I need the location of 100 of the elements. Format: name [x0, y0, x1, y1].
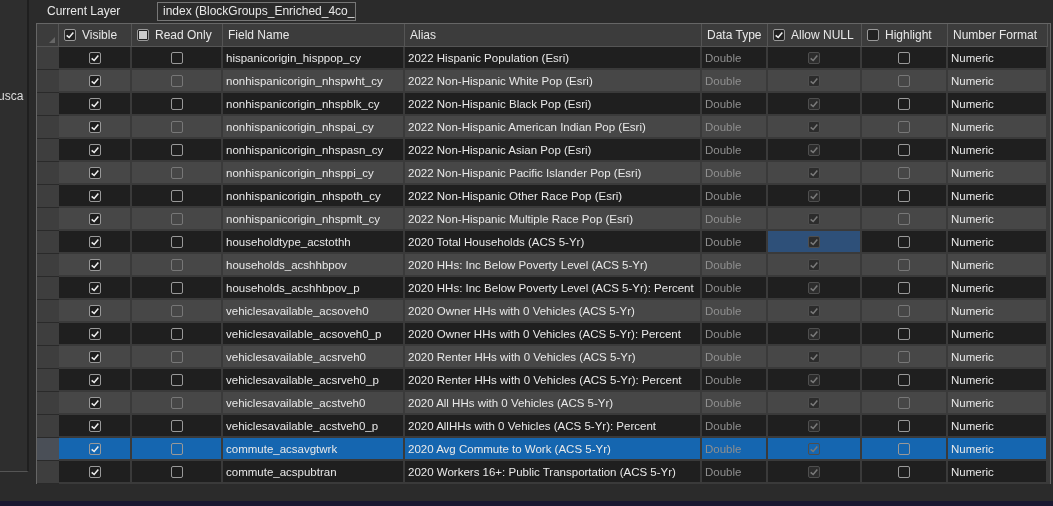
checkbox[interactable]: [170, 212, 183, 225]
checkbox[interactable]: [808, 120, 820, 133]
checkbox[interactable]: [170, 235, 183, 248]
checkbox[interactable]: [898, 166, 910, 179]
checkbox[interactable]: [88, 419, 101, 432]
checkbox[interactable]: [170, 143, 183, 156]
column-header[interactable]: Number Format: [948, 24, 1048, 47]
checkbox[interactable]: [170, 74, 183, 87]
checkbox[interactable]: [898, 350, 910, 363]
header-checkbox[interactable]: [137, 29, 149, 41]
checkbox[interactable]: [88, 74, 101, 87]
checkbox[interactable]: [88, 465, 101, 478]
checkbox[interactable]: [170, 51, 183, 64]
checkbox[interactable]: [808, 258, 820, 271]
checkbox[interactable]: [898, 396, 910, 409]
checkbox[interactable]: [170, 419, 183, 432]
checkbox[interactable]: [170, 350, 183, 363]
checkbox[interactable]: [170, 258, 183, 271]
table-cell: Numeric: [948, 162, 1048, 185]
column-header[interactable]: Field Name: [223, 24, 405, 47]
checkbox[interactable]: [898, 189, 910, 202]
checkbox[interactable]: [88, 189, 101, 202]
checkbox[interactable]: [170, 97, 183, 110]
table-cell: Double: [702, 323, 768, 346]
focused-cell[interactable]: [768, 231, 862, 254]
checkbox[interactable]: [170, 304, 183, 317]
table-cell: Numeric: [948, 139, 1048, 162]
checkbox[interactable]: [170, 281, 183, 294]
checkbox[interactable]: [170, 327, 183, 340]
checkbox[interactable]: [88, 350, 101, 363]
checkbox[interactable]: [88, 166, 101, 179]
table-cell: nonhispanicorigin_nhspwht_cy: [223, 70, 405, 93]
checkbox[interactable]: [170, 120, 183, 133]
checkbox[interactable]: [808, 350, 820, 363]
checkbox[interactable]: [808, 396, 820, 409]
table-cell: Double: [702, 346, 768, 369]
checkbox[interactable]: [170, 166, 183, 179]
checkbox[interactable]: [898, 51, 910, 64]
checkbox[interactable]: [808, 97, 820, 110]
checkbox[interactable]: [88, 235, 101, 248]
checkbox[interactable]: [898, 327, 910, 340]
checkbox[interactable]: [808, 442, 820, 455]
table-cell: Double: [702, 254, 768, 277]
checkbox[interactable]: [808, 304, 820, 317]
corner-header[interactable]: [37, 24, 59, 47]
checkbox[interactable]: [898, 235, 910, 248]
checkbox[interactable]: [808, 212, 820, 225]
column-header[interactable]: Highlight: [862, 24, 948, 47]
checkbox[interactable]: [898, 258, 910, 271]
checkbox[interactable]: [808, 143, 820, 156]
checkbox[interactable]: [898, 373, 910, 386]
checkbox[interactable]: [808, 281, 820, 294]
checkbox[interactable]: [88, 281, 101, 294]
checkbox[interactable]: [170, 373, 183, 386]
checkbox[interactable]: [898, 465, 910, 478]
checkbox[interactable]: [808, 465, 820, 478]
checkbox[interactable]: [898, 442, 910, 455]
checkbox[interactable]: [88, 143, 101, 156]
column-header[interactable]: Data Type: [702, 24, 768, 47]
header-checkbox[interactable]: [867, 29, 879, 41]
checkbox[interactable]: [808, 373, 820, 386]
checkbox[interactable]: [808, 74, 820, 87]
table-cell: Numeric: [948, 323, 1048, 346]
checkbox[interactable]: [808, 327, 820, 340]
checkbox[interactable]: [808, 51, 820, 64]
column-header[interactable]: Allow NULL: [768, 24, 862, 47]
checkbox[interactable]: [898, 97, 910, 110]
checkbox[interactable]: [898, 212, 910, 225]
checkbox[interactable]: [808, 189, 820, 202]
checkbox[interactable]: [808, 235, 820, 248]
checkbox[interactable]: [170, 189, 183, 202]
checkbox[interactable]: [88, 396, 101, 409]
checkbox[interactable]: [808, 166, 820, 179]
checkbox[interactable]: [898, 143, 910, 156]
checkbox[interactable]: [88, 304, 101, 317]
table-cell: 2022 Non-Hispanic Pacific Islander Pop (Esri): [405, 162, 702, 185]
checkbox[interactable]: [170, 442, 183, 455]
checkbox[interactable]: [170, 396, 183, 409]
checkbox[interactable]: [88, 120, 101, 133]
checkbox[interactable]: [88, 212, 101, 225]
checkbox[interactable]: [898, 74, 910, 87]
checkbox[interactable]: [808, 419, 820, 432]
checkbox[interactable]: [88, 97, 101, 110]
checkbox[interactable]: [88, 373, 101, 386]
checkbox[interactable]: [88, 327, 101, 340]
header-checkbox[interactable]: [64, 29, 76, 41]
checkbox[interactable]: [88, 258, 101, 271]
checkbox[interactable]: [170, 465, 183, 478]
checkbox[interactable]: [88, 51, 101, 64]
column-header[interactable]: Visible: [59, 24, 132, 47]
column-header[interactable]: Alias: [405, 24, 702, 47]
checkbox[interactable]: [898, 281, 910, 294]
table-cell: Numeric: [948, 438, 1048, 461]
header-checkbox[interactable]: [773, 29, 785, 41]
checkbox[interactable]: [88, 442, 101, 455]
checkbox[interactable]: [898, 419, 910, 432]
layer-dropdown[interactable]: index (BlockGroups_Enriched_4co_: [157, 1, 356, 21]
checkbox[interactable]: [898, 120, 910, 133]
checkbox[interactable]: [898, 304, 910, 317]
column-header[interactable]: Read Only: [132, 24, 223, 47]
